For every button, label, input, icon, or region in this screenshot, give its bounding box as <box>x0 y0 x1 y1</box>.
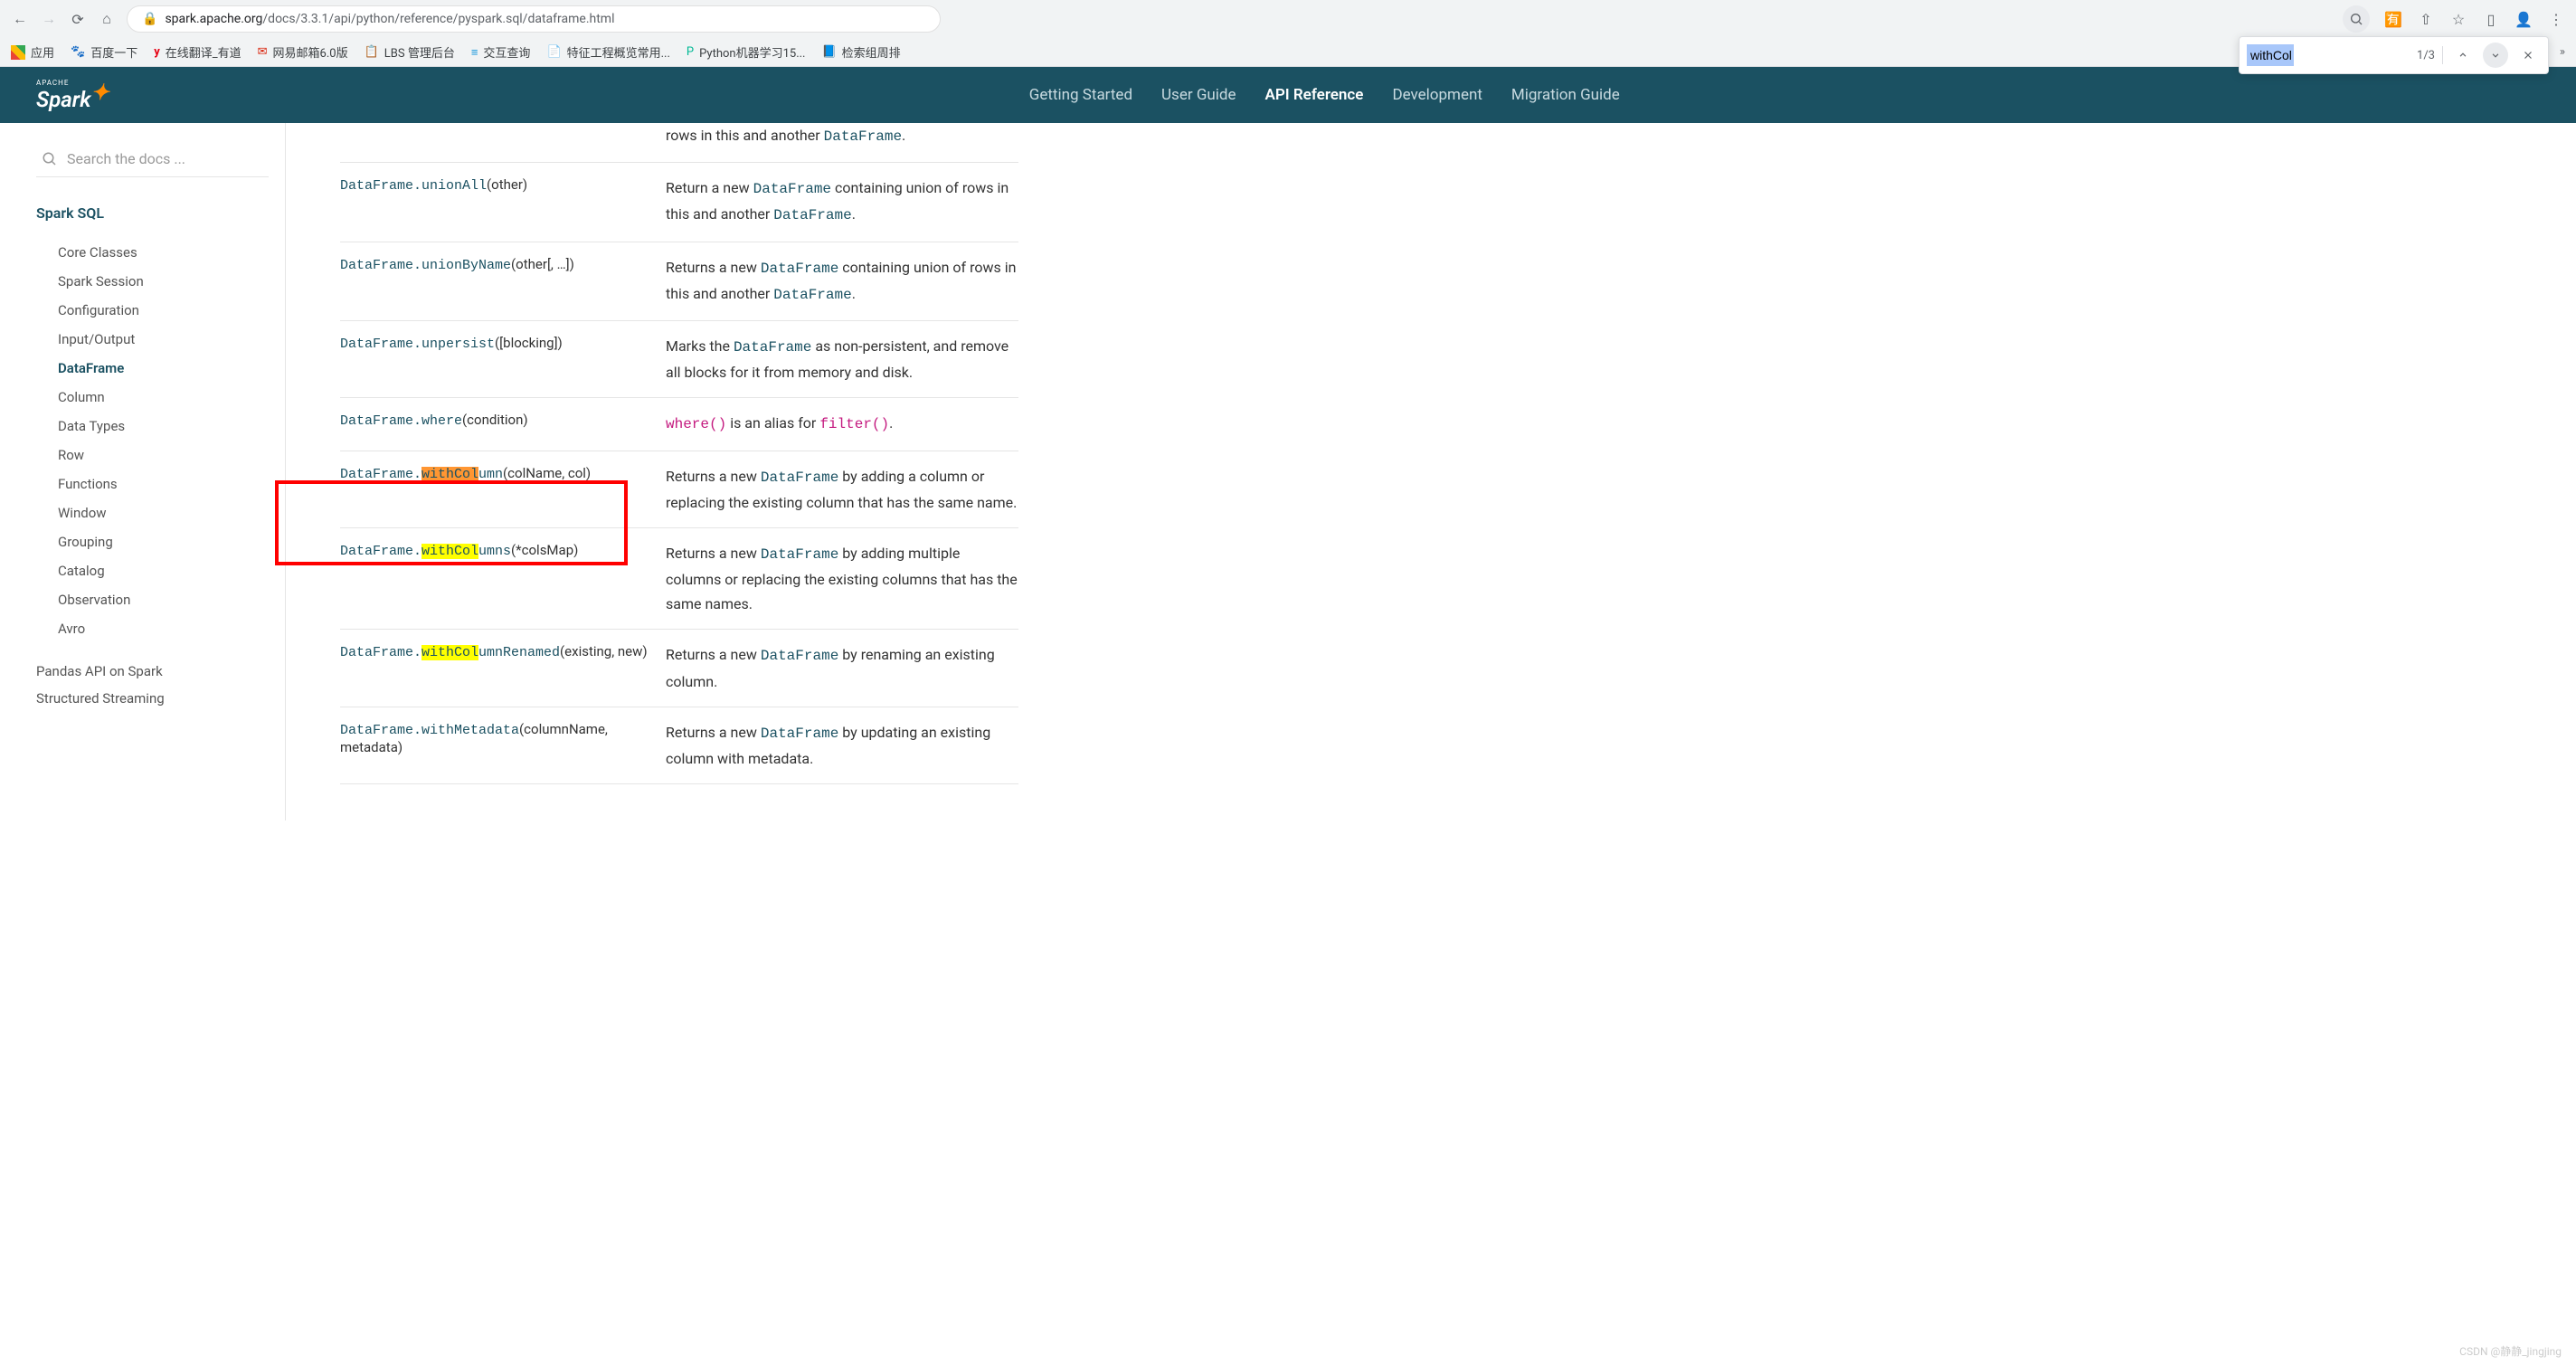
sidebar-item-observation[interactable]: Observation <box>36 585 269 614</box>
bookmarks-overflow[interactable]: » <box>2560 45 2565 59</box>
api-table: rows in this and another DataFrame. Data… <box>340 123 1018 784</box>
translate-icon[interactable]: 🈶 <box>2384 10 2402 28</box>
find-prev-button[interactable] <box>2450 43 2476 68</box>
url-host: spark.apache.org <box>165 12 262 26</box>
api-unionall[interactable]: DataFrame.unionAll <box>340 178 487 194</box>
lock-icon: 🔒 <box>142 12 157 26</box>
sidebar-item-core-classes[interactable]: Core Classes <box>36 238 269 267</box>
find-count: 1/3 <box>2417 49 2435 62</box>
api-unpersist[interactable]: DataFrame.unpersist <box>340 337 495 352</box>
forward-button[interactable]: → <box>40 10 58 28</box>
api-withmetadata[interactable]: DataFrame.withMetadata <box>340 723 519 738</box>
nav-user-guide[interactable]: User Guide <box>1161 86 1236 104</box>
bookmark-python-ml[interactable]: PPython机器学习15... <box>687 43 806 61</box>
table-row: DataFrame.unpersist([blocking]) Marks th… <box>340 320 1018 397</box>
watermark: CSDN @静静_jingjing <box>2459 1343 2562 1359</box>
bookmark-query[interactable]: ≡交互查询 <box>471 43 531 61</box>
back-button[interactable]: ← <box>11 10 29 28</box>
url-path: /docs/3.3.1/api/python/reference/pyspark… <box>262 12 614 26</box>
content: rows in this and another DataFrame. Data… <box>286 123 1055 821</box>
url-bar[interactable]: 🔒 spark.apache.org/docs/3.3.1/api/python… <box>127 5 941 33</box>
api-where[interactable]: DataFrame.where <box>340 413 462 429</box>
table-row: DataFrame.where(condition) where() is an… <box>340 398 1018 451</box>
nav-migration-guide[interactable]: Migration Guide <box>1511 86 1620 104</box>
browser-toolbar: ← → ⟳ ⌂ 🔒 spark.apache.org/docs/3.3.1/ap… <box>0 0 2576 38</box>
sidebar: Search the docs ... Spark SQL Core Class… <box>0 123 286 821</box>
table-row: rows in this and another DataFrame. <box>340 123 1018 163</box>
sidebar-item-catalog[interactable]: Catalog <box>36 556 269 585</box>
sidebar-item-spark-session[interactable]: Spark Session <box>36 267 269 296</box>
sidebar-item-data-types[interactable]: Data Types <box>36 412 269 441</box>
nav-getting-started[interactable]: Getting Started <box>1029 86 1132 104</box>
bookmark-lbs[interactable]: 📋LBS 管理后台 <box>365 43 455 61</box>
sidebar-item-input-output[interactable]: Input/Output <box>36 325 269 354</box>
bookmark-feature[interactable]: 📄特征工程概览常用... <box>546 43 669 61</box>
annotation-red-box <box>275 480 628 565</box>
sidebar-pandas-api[interactable]: Pandas API on Spark <box>36 658 269 685</box>
reload-button[interactable]: ⟳ <box>69 10 87 28</box>
lens-button[interactable] <box>2343 5 2370 33</box>
sidebar-item-column[interactable]: Column <box>36 383 269 412</box>
menu-icon[interactable]: ⋮ <box>2547 10 2565 28</box>
reading-list-icon[interactable]: ▯ <box>2482 10 2500 28</box>
bookmarks-bar: 应用 🐾百度一下 y在线翻译_有道 ✉网易邮箱6.0版 📋LBS 管理后台 ≡交… <box>0 38 2576 66</box>
sidebar-item-row[interactable]: Row <box>36 441 269 470</box>
api-withcolumnrenamed[interactable]: DataFrame.withColumnRenamed <box>340 645 560 660</box>
spark-nav: Getting Started User Guide API Reference… <box>1029 86 1620 104</box>
table-row: DataFrame.unionByName(other[, …]) Return… <box>340 242 1018 320</box>
main-layout: Search the docs ... Spark SQL Core Class… <box>0 123 2576 821</box>
search-icon <box>42 151 58 167</box>
browser-actions: 🈶 ⇧ ☆ ▯ 👤 ⋮ <box>2343 5 2565 33</box>
profile-icon[interactable]: 👤 <box>2514 10 2533 28</box>
sidebar-item-window[interactable]: Window <box>36 498 269 527</box>
spark-header: APACHE Spark✦ Getting Started User Guide… <box>0 67 2576 123</box>
star-icon[interactable]: ☆ <box>2449 10 2467 28</box>
home-button[interactable]: ⌂ <box>98 10 116 28</box>
find-close-button[interactable] <box>2515 43 2541 68</box>
sidebar-list: Core Classes Spark Session Configuration… <box>36 238 269 643</box>
bookmark-search-weekly[interactable]: 📘检索组周排 <box>821 43 900 61</box>
search-docs[interactable]: Search the docs ... <box>36 141 269 177</box>
share-icon[interactable]: ⇧ <box>2417 10 2435 28</box>
bookmark-youdao[interactable]: y在线翻译_有道 <box>154 43 241 61</box>
table-row: DataFrame.withMetadata(columnName, metad… <box>340 707 1018 783</box>
find-next-button[interactable] <box>2483 43 2508 68</box>
bookmark-163mail[interactable]: ✉网易邮箱6.0版 <box>258 43 348 61</box>
apps-button[interactable]: 应用 <box>11 43 54 61</box>
table-row: DataFrame.unionAll(other) Return a new D… <box>340 163 1018 242</box>
sidebar-section-title[interactable]: Spark SQL <box>36 204 269 222</box>
sidebar-item-functions[interactable]: Functions <box>36 470 269 498</box>
find-bar: 1/3 <box>2239 36 2549 74</box>
sidebar-structured-streaming[interactable]: Structured Streaming <box>36 685 269 712</box>
table-row: DataFrame.withColumnRenamed(existing, ne… <box>340 630 1018 707</box>
code-dataframe[interactable]: DataFrame <box>824 128 902 145</box>
spark-logo[interactable]: APACHE Spark✦ <box>36 79 109 112</box>
sidebar-item-avro[interactable]: Avro <box>36 614 269 643</box>
browser-chrome: ← → ⟳ ⌂ 🔒 spark.apache.org/docs/3.3.1/ap… <box>0 0 2576 67</box>
sidebar-item-configuration[interactable]: Configuration <box>36 296 269 325</box>
api-unionbyname[interactable]: DataFrame.unionByName <box>340 258 511 273</box>
search-placeholder: Search the docs ... <box>67 150 185 167</box>
sidebar-item-grouping[interactable]: Grouping <box>36 527 269 556</box>
find-input[interactable] <box>2247 44 2410 66</box>
nav-development[interactable]: Development <box>1392 86 1482 104</box>
bookmark-baidu[interactable]: 🐾百度一下 <box>71 43 137 61</box>
api-withcolumn[interactable]: DataFrame.withColumn <box>340 467 503 482</box>
sidebar-item-dataframe[interactable]: DataFrame <box>36 354 269 383</box>
nav-api-reference[interactable]: API Reference <box>1265 86 1364 104</box>
